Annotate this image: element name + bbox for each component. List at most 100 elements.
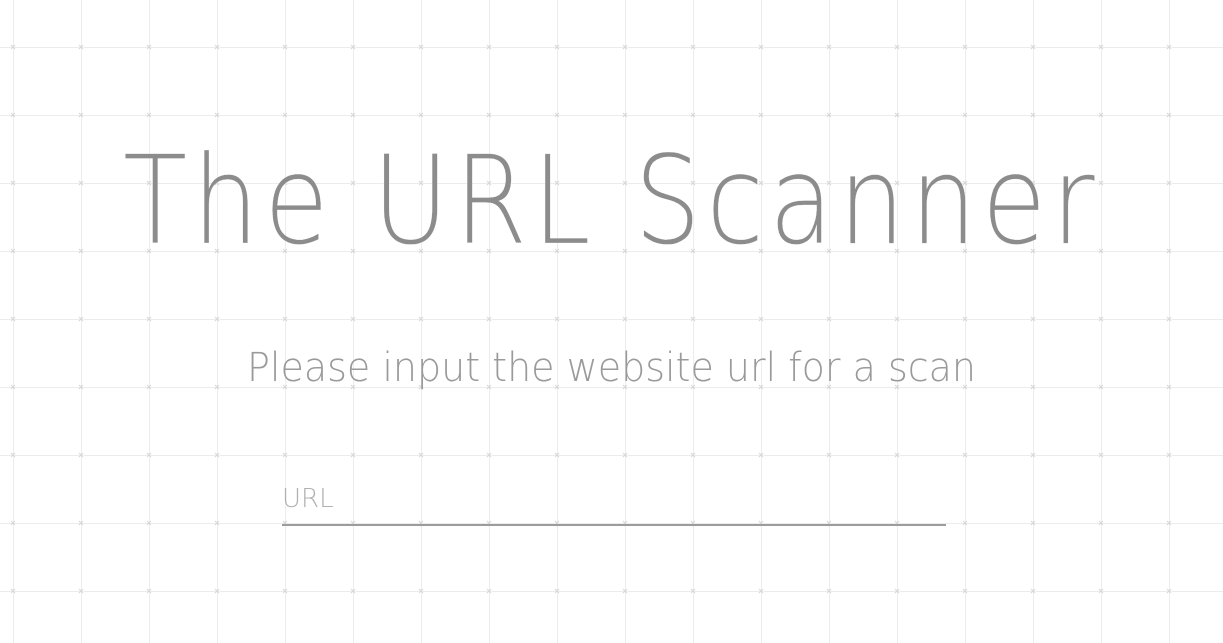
grid-mark (826, 452, 832, 458)
grid-mark (1030, 112, 1036, 118)
grid-mark (10, 588, 16, 594)
grid-mark (350, 44, 356, 50)
grid-mark (214, 44, 220, 50)
grid-mark (826, 112, 832, 118)
grid-mark (554, 452, 560, 458)
grid-mark (826, 588, 832, 594)
grid-mark (622, 588, 628, 594)
grid-mark (690, 112, 696, 118)
grid-mark (962, 588, 968, 594)
grid-mark (214, 588, 220, 594)
grid-mark (1098, 112, 1104, 118)
grid-mark (1166, 452, 1172, 458)
grid-mark (622, 112, 628, 118)
grid-mark (1098, 520, 1104, 526)
grid-mark (826, 316, 832, 322)
grid-mark (1030, 520, 1036, 526)
grid-mark (10, 180, 16, 186)
grid-mark (282, 452, 288, 458)
grid-mark (1166, 44, 1172, 50)
grid-mark (78, 452, 84, 458)
grid-mark (146, 112, 152, 118)
grid-background (10, 44, 1172, 594)
grid-mark (146, 44, 152, 50)
grid-mark (690, 588, 696, 594)
grid-mark (146, 316, 152, 322)
grid-mark (622, 452, 628, 458)
grid-mark (894, 44, 900, 50)
grid-mark (10, 248, 16, 254)
grid-mark (78, 44, 84, 50)
grid-mark (962, 520, 968, 526)
grid-mark (282, 112, 288, 118)
grid-mark (554, 112, 560, 118)
grid-mark (418, 452, 424, 458)
grid-mark (78, 112, 84, 118)
grid-mark (894, 452, 900, 458)
grid-mark (1166, 248, 1172, 254)
grid-mark (1166, 316, 1172, 322)
grid-mark (146, 452, 152, 458)
grid-mark (10, 452, 16, 458)
grid-mark (486, 112, 492, 118)
grid-mark (690, 44, 696, 50)
grid-mark (486, 452, 492, 458)
grid-mark (1030, 316, 1036, 322)
grid-mark (214, 452, 220, 458)
grid-mark (622, 44, 628, 50)
grid-mark (1166, 588, 1172, 594)
grid-mark (214, 316, 220, 322)
page-title: The URL Scanner (123, 130, 1100, 272)
grid-mark (214, 520, 220, 526)
grid-mark (894, 316, 900, 322)
grid-mark (622, 316, 628, 322)
grid-mark (962, 452, 968, 458)
grid-mark (486, 588, 492, 594)
grid-mark (1098, 316, 1104, 322)
grid-mark (758, 112, 764, 118)
grid-mark (758, 588, 764, 594)
grid-mark (554, 588, 560, 594)
grid-mark (690, 452, 696, 458)
grid-mark (350, 452, 356, 458)
grid-mark (826, 44, 832, 50)
grid-mark (962, 316, 968, 322)
grid-mark (78, 316, 84, 322)
grid-mark (1166, 520, 1172, 526)
grid-mark (350, 316, 356, 322)
grid-mark (146, 520, 152, 526)
grid-mark (146, 588, 152, 594)
grid-mark (1030, 44, 1036, 50)
grid-mark (282, 588, 288, 594)
grid-mark (1030, 588, 1036, 594)
grid-mark (554, 316, 560, 322)
grid-mark (10, 520, 16, 526)
grid-mark (10, 384, 16, 390)
grid-mark (78, 520, 84, 526)
grid-mark (554, 44, 560, 50)
grid-mark (1098, 588, 1104, 594)
grid-mark (282, 44, 288, 50)
grid-mark (962, 112, 968, 118)
grid-mark (962, 44, 968, 50)
grid-mark (1166, 180, 1172, 186)
grid-mark (894, 588, 900, 594)
grid-mark (486, 316, 492, 322)
grid-mark (10, 112, 16, 118)
grid-mark (758, 316, 764, 322)
grid-mark (486, 44, 492, 50)
grid-mark (350, 588, 356, 594)
grid-mark (758, 44, 764, 50)
grid-mark (418, 112, 424, 118)
grid-mark (1098, 452, 1104, 458)
page-subtitle: Please input the website url for a scan (246, 345, 977, 391)
grid-mark (78, 180, 84, 186)
grid-mark (10, 316, 16, 322)
grid-mark (690, 316, 696, 322)
grid-mark (1098, 44, 1104, 50)
grid-mark (418, 588, 424, 594)
grid-mark (418, 316, 424, 322)
grid-mark (214, 112, 220, 118)
grid-mark (758, 452, 764, 458)
url-input[interactable] (282, 474, 946, 526)
